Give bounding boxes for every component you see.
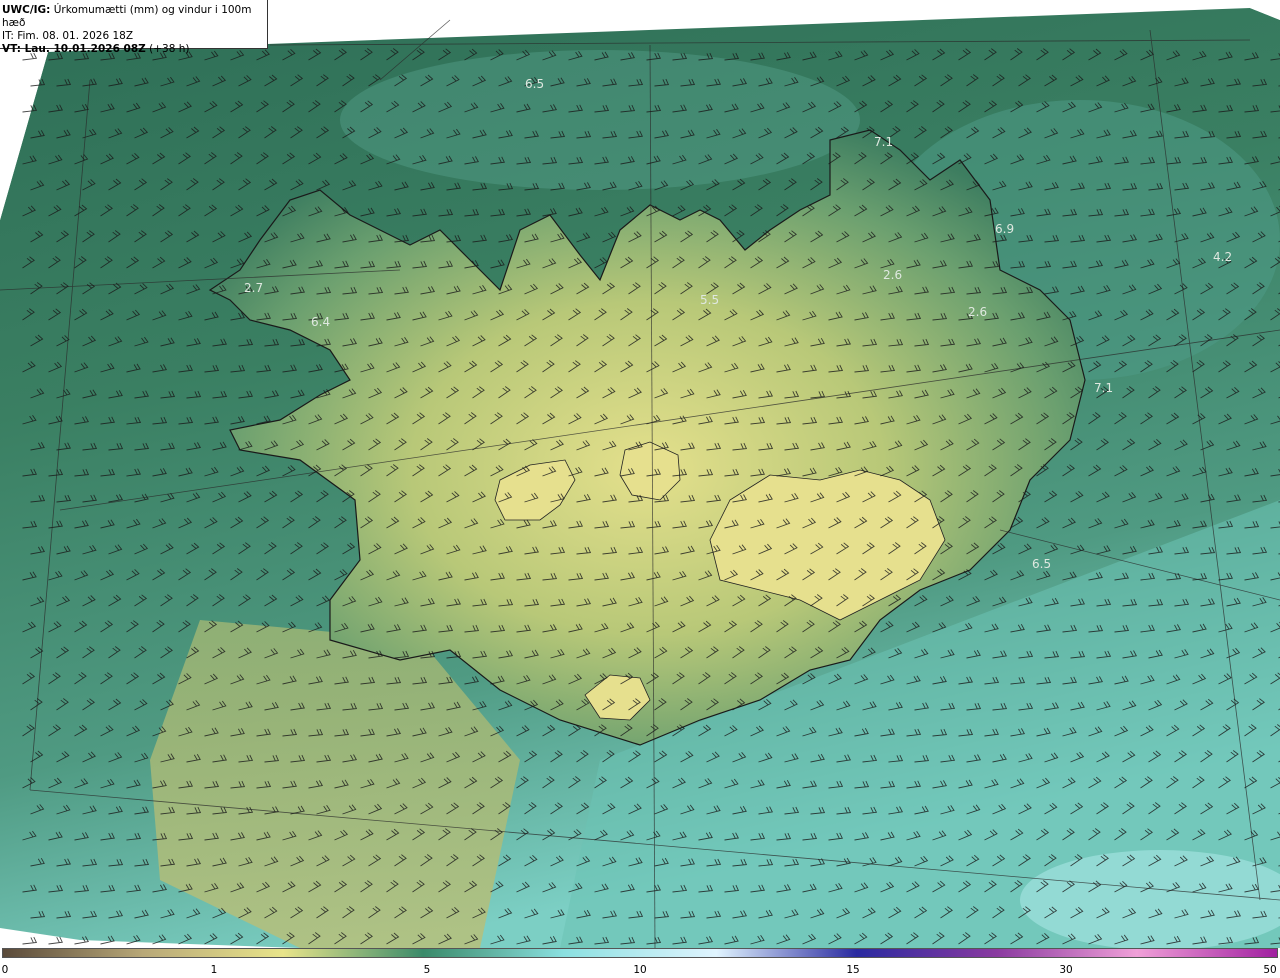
colorbar-tick: 15 [846, 964, 860, 976]
colorbar-tick: 1 [210, 964, 218, 976]
colorbar-tick: 30 [1059, 964, 1073, 976]
valid-time: VT: Lau. 10.01.2026 08Z [2, 43, 146, 55]
colorbar-gradient [2, 948, 1278, 958]
precipitable-water-map: 6.5 7.1 6.9 4.2 2.6 2.7 5.5 6.4 2.6 7.1 … [0, 0, 1280, 948]
map-label: 7.1 [874, 135, 893, 149]
moist-band-north [340, 50, 860, 190]
map-label: 6.4 [311, 315, 330, 329]
valid-time-line: VT: Lau. 10.01.2026 08Z (+38 h) [2, 43, 267, 56]
colorbar-tick: 5 [423, 964, 431, 976]
wind-barb [48, 936, 63, 945]
map-label: 6.9 [995, 222, 1014, 236]
colorbar-tick: 10 [633, 964, 647, 976]
map-label: 2.6 [883, 268, 902, 282]
colorbar-tick: 0 [1, 964, 9, 976]
model-name: UWC/IG: [2, 4, 51, 16]
lead-time: (+38 h) [149, 43, 190, 55]
map-label: 6.5 [525, 77, 544, 91]
map-label: 2.7 [244, 281, 263, 295]
map-label: 4.2 [1213, 250, 1232, 264]
map-label: 2.6 [968, 305, 987, 319]
map-label: 7.1 [1094, 381, 1113, 395]
colorbar: 0 1 5 10 15 30 50 [0, 948, 1280, 978]
map-label: 5.5 [700, 293, 719, 307]
map-label: 6.5 [1032, 557, 1051, 571]
initial-time: IT: Fim. 08. 01. 2026 18Z [2, 30, 134, 42]
forecast-info-box: UWC/IG: Úrkomumætti (mm) og vindur i 100… [0, 0, 268, 55]
colorbar-tick: 50 [1263, 964, 1277, 976]
wind-barb [22, 936, 38, 945]
title-line: UWC/IG: Úrkomumætti (mm) og vindur i 100… [2, 4, 267, 30]
